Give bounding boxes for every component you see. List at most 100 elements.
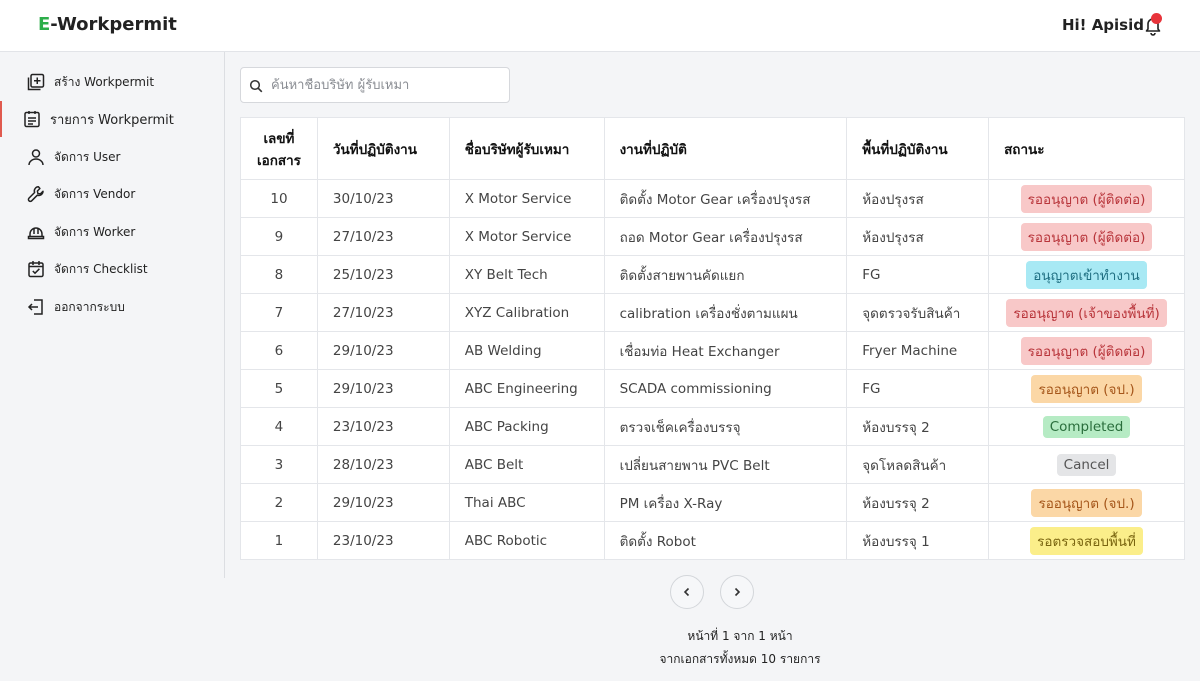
top-header: E-Workpermit Hi! Apisid <box>0 0 1200 52</box>
table-row[interactable]: 1 23/10/23 ABC Robotic ติดตั้ง Robot ห้องบรร… <box>240 521 1185 560</box>
user-greeting[interactable]: Hi! Apisid <box>1062 16 1144 34</box>
column-header-doc-no: เลขที่เอกสาร <box>240 117 318 180</box>
cell-doc-no: 9 <box>240 217 318 256</box>
cell-area: ห้องปรุงรส <box>846 217 990 256</box>
cell-status: รออนุญาต (ผู้ติดต่อ) <box>988 331 1185 370</box>
page-indicator: หน้าที่ 1 จาก 1 หน้า <box>687 629 793 643</box>
column-header-area: พื้นที่ปฏิบัติงาน <box>846 117 990 180</box>
cell-task: ติดตั้ง Motor Gear เครื่องปรุงรส <box>603 179 848 218</box>
cell-doc-no: 10 <box>240 179 318 218</box>
cell-company: X Motor Service <box>448 179 605 218</box>
next-page-button[interactable] <box>720 575 754 609</box>
cell-task: ถอด Motor Gear เครื่องปรุงรส <box>603 217 848 256</box>
previous-page-button[interactable] <box>670 575 704 609</box>
cell-doc-no: 1 <box>240 521 318 560</box>
sidebar-item-checklist[interactable]: จัดการ Checklist <box>0 251 224 287</box>
cell-area: ห้องปรุงรส <box>846 179 990 218</box>
search-box[interactable] <box>240 67 510 103</box>
cell-company: X Motor Service <box>448 217 605 256</box>
search-input[interactable] <box>271 77 501 93</box>
cell-date: 29/10/23 <box>316 483 450 522</box>
calendar-check-icon <box>26 259 46 279</box>
app-logo[interactable]: E-Workpermit <box>38 14 177 35</box>
status-badge: รออนุญาต (เจ้าของพื้นที่) <box>1006 298 1167 327</box>
cell-company: ABC Packing <box>448 407 605 446</box>
cell-date: 23/10/23 <box>316 521 450 560</box>
column-header-date: วันที่ปฏิบัติงาน <box>316 117 450 180</box>
sidebar-item-label: จัดการ Worker <box>54 224 136 239</box>
sidebar-item-label: ออกจากระบบ <box>54 299 125 314</box>
doc-no-header-line2: เอกสาร <box>256 152 301 169</box>
table-row[interactable]: 7 27/10/23 XYZ Calibration calibration เครื… <box>240 293 1185 332</box>
status-badge: รออนุญาต (จป.) <box>1031 374 1142 403</box>
table-row[interactable]: 6 29/10/23 AB Welding เชื่อมท่อ Heat Exchan… <box>240 331 1185 370</box>
cell-company: ABC Belt <box>448 445 605 484</box>
cell-company: AB Welding <box>448 331 605 370</box>
sidebar-item-vendors[interactable]: จัดการ Vendor <box>0 176 224 212</box>
cell-task: ติดตั้ง Robot <box>603 521 848 560</box>
table-row[interactable]: 9 27/10/23 X Motor Service ถอด Motor Gear เ… <box>240 217 1185 256</box>
cell-status: Completed <box>988 407 1185 446</box>
sidebar-item-logout[interactable]: ออกจากระบบ <box>0 289 224 325</box>
cell-status: รออนุญาต (ผู้ติดต่อ) <box>988 179 1185 218</box>
cell-date: 28/10/23 <box>316 445 450 484</box>
table-row[interactable]: 10 30/10/23 X Motor Service ติดตั้ง Motor G… <box>240 179 1185 218</box>
cell-company: XYZ Calibration <box>448 293 605 332</box>
cell-area: FG <box>846 255 990 294</box>
cell-date: 29/10/23 <box>316 331 450 370</box>
notification-bell-icon[interactable] <box>1142 13 1164 36</box>
status-badge: รออนุญาต (ผู้ติดต่อ) <box>1020 184 1153 213</box>
table-header-row: เลขที่เอกสาร วันที่ปฏิบัติงาน ชื่อบริษัท… <box>240 117 1185 180</box>
helmet-icon <box>26 222 46 242</box>
notification-dot <box>1151 13 1162 24</box>
table-row[interactable]: 3 28/10/23 ABC Belt เปลี่ยนสายพาน PVC Belt จ… <box>240 445 1185 484</box>
table-row[interactable]: 8 25/10/23 XY Belt Tech ติดตั้งสายพานคัดแยก… <box>240 255 1185 294</box>
cell-task: ติดตั้งสายพานคัดแยก <box>603 255 848 294</box>
cell-date: 29/10/23 <box>316 369 450 408</box>
brand-prefix: E <box>38 14 51 35</box>
wrench-icon <box>26 184 46 204</box>
doc-no-header-line1: เลขที่ <box>263 130 295 147</box>
cell-company: Thai ABC <box>448 483 605 522</box>
sidebar-item-label: จัดการ Vendor <box>54 186 136 201</box>
sidebar-item-create-workpermit[interactable]: สร้าง Workpermit <box>0 64 224 100</box>
sidebar-item-workers[interactable]: จัดการ Worker <box>0 214 224 250</box>
cell-company: ABC Robotic <box>448 521 605 560</box>
search-icon <box>249 78 263 93</box>
cell-date: 27/10/23 <box>316 293 450 332</box>
cell-status: อนุญาตเข้าทำงาน <box>988 255 1185 294</box>
list-clipboard-icon <box>22 109 42 129</box>
status-badge: Completed <box>1042 415 1131 438</box>
cell-area: จุดตรวจรับสินค้า <box>846 293 990 332</box>
brand-name: -Workpermit <box>50 14 177 35</box>
status-badge: Cancel <box>1056 453 1117 476</box>
column-header-status: สถานะ <box>988 117 1185 180</box>
cell-date: 30/10/23 <box>316 179 450 218</box>
cell-status: Cancel <box>988 445 1185 484</box>
cell-doc-no: 7 <box>240 293 318 332</box>
cell-task: calibration เครื่องชั่งตามแผน <box>603 293 848 332</box>
column-header-task: งานที่ปฏิบัติ <box>603 117 848 180</box>
cell-doc-no: 3 <box>240 445 318 484</box>
sidebar-item-workpermit-list[interactable]: รายการ Workpermit <box>0 101 224 137</box>
cell-area: ห้องบรรจุ 2 <box>846 407 990 446</box>
cell-status: รออนุญาต (ผู้ติดต่อ) <box>988 217 1185 256</box>
cell-doc-no: 6 <box>240 331 318 370</box>
total-records: จากเอกสารทั้งหมด 10 รายการ <box>659 652 821 666</box>
user-icon <box>26 147 46 167</box>
status-badge: รออนุญาต (ผู้ติดต่อ) <box>1020 336 1153 365</box>
cell-area: ห้องบรรจุ 1 <box>846 521 990 560</box>
status-badge: อนุญาตเข้าทำงาน <box>1026 260 1147 289</box>
cell-company: XY Belt Tech <box>448 255 605 294</box>
column-header-company: ชื่อบริษัทผู้รับเหมา <box>448 117 605 180</box>
cell-doc-no: 2 <box>240 483 318 522</box>
cell-status: รออนุญาต (จป.) <box>988 369 1185 408</box>
sidebar-item-users[interactable]: จัดการ User <box>0 139 224 175</box>
table-row[interactable]: 2 29/10/23 Thai ABC PM เครื่อง X-Ray ห้องบรร… <box>240 483 1185 522</box>
cell-date: 27/10/23 <box>316 217 450 256</box>
cell-task: ตรวจเช็คเครื่องบรรจุ <box>603 407 848 446</box>
table-row[interactable]: 4 23/10/23 ABC Packing ตรวจเช็คเครื่องบรรจุ… <box>240 407 1185 446</box>
status-badge: รออนุญาต (ผู้ติดต่อ) <box>1020 222 1153 251</box>
table-body: 10 30/10/23 X Motor Service ติดตั้ง Motor G… <box>240 179 1185 560</box>
table-row[interactable]: 5 29/10/23 ABC Engineering SCADA commission… <box>240 369 1185 408</box>
